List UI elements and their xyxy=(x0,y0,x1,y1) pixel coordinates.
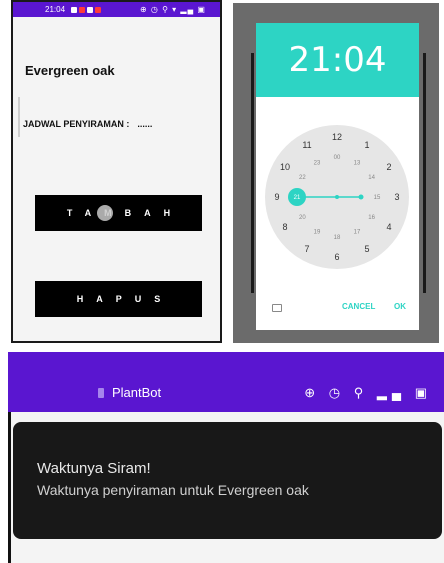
inner-hour-14[interactable]: 14 xyxy=(368,175,375,181)
dialog-actions: CANCEL OK xyxy=(256,302,419,320)
outer-hour-8[interactable]: 8 xyxy=(282,222,287,232)
outer-hour-2[interactable]: 2 xyxy=(386,162,391,172)
outer-hour-5[interactable]: 5 xyxy=(364,244,369,254)
touch-indicator xyxy=(97,205,113,221)
inner-hour-16[interactable]: 16 xyxy=(368,215,375,221)
outer-hour-1[interactable]: 1 xyxy=(364,140,369,150)
scroll-edge xyxy=(18,97,20,137)
inner-hour-13[interactable]: 13 xyxy=(354,160,361,166)
outer-hour-9[interactable]: 9 xyxy=(274,192,279,202)
notification-card[interactable]: Waktunya Siram! Waktunya penyiraman untu… xyxy=(13,422,442,539)
schedule-value: ...... xyxy=(137,119,153,129)
keyboard-icon[interactable] xyxy=(272,304,282,312)
app-name: PlantBot xyxy=(112,385,162,400)
outer-hour-7[interactable]: 7 xyxy=(304,244,309,254)
selected-time[interactable]: 21:04 xyxy=(289,40,387,80)
notification-icon xyxy=(87,6,94,13)
notification-title: Waktunya Siram! xyxy=(37,460,151,477)
outer-hour-4[interactable]: 4 xyxy=(386,222,391,232)
inner-hour-15[interactable]: 15 xyxy=(374,195,381,201)
notification-icon xyxy=(95,6,102,13)
status-time: 21:04 xyxy=(45,5,66,14)
clock-face[interactable]: 121234567891011001314151617181920212223 xyxy=(256,105,419,295)
schedule-label: JADWAL PENYIRAMAN : xyxy=(23,119,130,129)
inner-hour-22[interactable]: 22 xyxy=(299,175,306,181)
ok-button[interactable]: OK xyxy=(394,302,406,311)
inner-hour-17[interactable]: 17 xyxy=(354,230,361,236)
outer-hour-6[interactable]: 6 xyxy=(334,252,339,262)
system-icons: ⊕ ◷ ⚲ ▾ ▂▄ ▣ xyxy=(139,5,206,14)
inner-hour-19[interactable]: 19 xyxy=(314,230,321,236)
notification-screen: PlantBot ⊕ ◷ ⚲ ▂▄ ▣ Waktunya Siram! Wakt… xyxy=(8,352,444,563)
notification-icon xyxy=(71,6,78,13)
app-screen: 21:04 ⊕ ◷ ⚲ ▾ ▂▄ ▣ Evergreen oak JADWAL … xyxy=(11,0,222,343)
inner-hour-23[interactable]: 23 xyxy=(314,160,321,166)
system-icons: ⊕ ◷ ⚲ ▂▄ ▣ xyxy=(304,385,432,400)
delete-button[interactable]: HAPUS xyxy=(35,281,202,317)
outer-hour-12[interactable]: 12 xyxy=(332,132,342,142)
inner-hour-20[interactable]: 20 xyxy=(299,215,306,221)
outer-hour-10[interactable]: 10 xyxy=(280,162,290,172)
inner-hour-00[interactable]: 00 xyxy=(334,155,341,161)
add-button[interactable]: TAMBAH xyxy=(35,195,202,231)
app-header: PlantBot xyxy=(98,385,161,400)
outer-hour-11[interactable]: 11 xyxy=(302,140,311,150)
screen-edge xyxy=(8,412,11,563)
status-bar: 21:04 ⊕ ◷ ⚲ ▾ ▂▄ ▣ xyxy=(13,2,220,17)
clock-center xyxy=(335,195,339,199)
inner-hour-18[interactable]: 18 xyxy=(334,235,341,241)
background-edge xyxy=(251,53,254,293)
schedule-row: JADWAL PENYIRAMAN : ...... xyxy=(23,119,152,129)
plant-name: Evergreen oak xyxy=(25,63,115,78)
inner-hour-21[interactable]: 21 xyxy=(294,195,301,201)
notification-icons xyxy=(71,6,102,13)
time-picker-dialog: 21:04 12 1 2 3 4 5 6 7 8 9 10 11 00 13 14 15 16 17 18 19 20 2… xyxy=(256,23,419,330)
background-edge xyxy=(423,53,426,293)
status-bar: PlantBot ⊕ ◷ ⚲ ▂▄ ▣ xyxy=(8,352,444,412)
cancel-button[interactable]: CANCEL xyxy=(342,302,375,311)
outer-hour-3[interactable]: 3 xyxy=(394,192,399,202)
clock-hand-tip xyxy=(358,194,364,200)
app-icon xyxy=(98,387,104,398)
time-picker-screen: 21:04 12 1 2 3 4 5 6 7 8 9 10 11 00 13 14 15 16 17 18 19 20 2… xyxy=(233,3,439,343)
notification-icon xyxy=(79,6,86,13)
notification-body: Waktunya penyiraman untuk Evergreen oak xyxy=(37,482,309,498)
time-picker-header: 21:04 xyxy=(256,23,419,97)
